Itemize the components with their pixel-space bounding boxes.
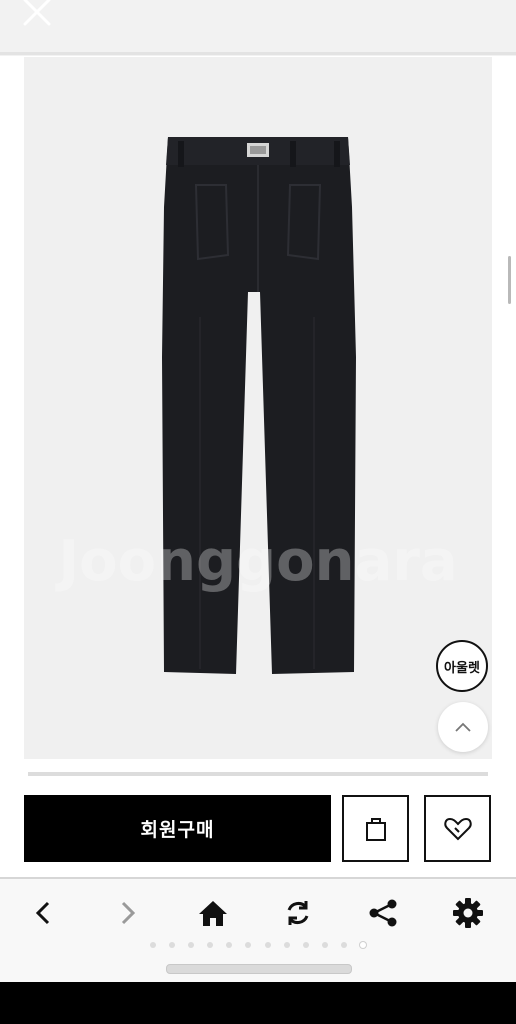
refresh-icon	[287, 901, 309, 925]
scroll-top-button[interactable]	[438, 702, 488, 752]
page-dot	[264, 942, 271, 948]
close-icon[interactable]	[22, 0, 52, 26]
page-dot	[169, 942, 176, 948]
browser-navbar	[0, 879, 516, 982]
outlet-badge[interactable]: 아울렛	[436, 640, 488, 692]
section-divider	[28, 772, 488, 776]
back-button[interactable]	[13, 891, 73, 935]
home-indicator[interactable]	[166, 964, 352, 974]
settings-button[interactable]	[438, 891, 498, 935]
refresh-button[interactable]	[268, 891, 328, 935]
chevron-right-icon	[121, 901, 136, 925]
shopping-bag-icon	[365, 817, 386, 841]
top-divider	[0, 52, 516, 55]
product-image	[162, 137, 356, 674]
member-purchase-button[interactable]: 회원구매	[24, 795, 331, 862]
share-icon	[369, 899, 397, 927]
watermark: Joonggonara	[58, 529, 458, 594]
page-dot	[245, 942, 252, 948]
page-dot-active	[360, 942, 367, 948]
heart-icon	[443, 817, 472, 840]
forward-button[interactable]	[98, 891, 158, 935]
share-button[interactable]	[353, 891, 413, 935]
chevron-left-icon	[35, 901, 50, 925]
chevron-up-icon	[455, 722, 471, 732]
gear-icon	[453, 898, 483, 928]
page-dot	[340, 942, 347, 948]
cart-button[interactable]	[342, 795, 409, 862]
page-dots	[0, 933, 516, 952]
page-dot	[321, 942, 328, 948]
page-dot	[188, 942, 195, 948]
home-icon	[199, 901, 227, 926]
page-dot	[207, 942, 214, 948]
page-dot	[149, 942, 156, 948]
scrollbar[interactable]	[508, 256, 511, 304]
bottom-bar	[0, 982, 516, 1024]
page-dot	[302, 942, 309, 948]
wishlist-button[interactable]	[424, 795, 491, 862]
home-button[interactable]	[183, 891, 243, 935]
page-dot	[226, 942, 233, 948]
product-image-area: Joonggonara	[24, 57, 492, 759]
top-bar	[0, 0, 516, 56]
page-dot	[283, 942, 290, 948]
